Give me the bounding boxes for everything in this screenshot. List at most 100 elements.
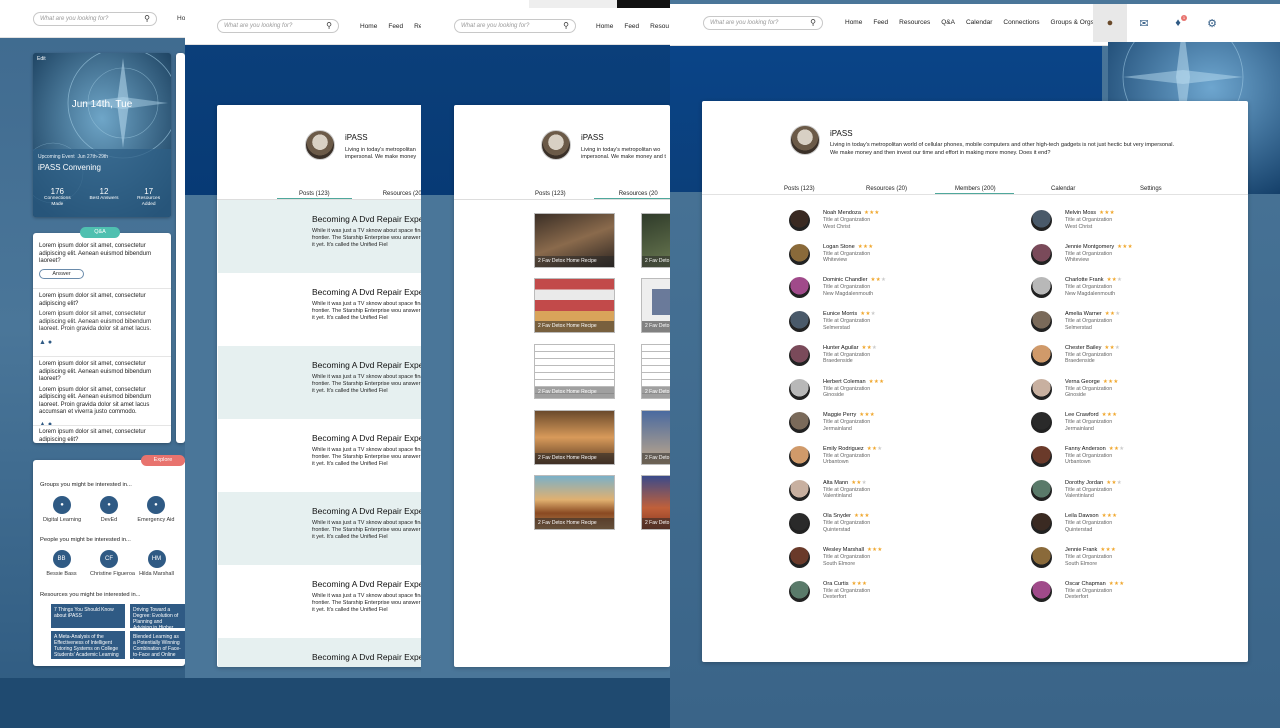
notifications-button[interactable]: ♦ 1 (1161, 4, 1195, 42)
post-item[interactable]: Becoming A Dvd Repair Expe While it was j… (218, 565, 421, 638)
group-item[interactable]: ● Digital Learning (33, 496, 91, 523)
member-row[interactable]: Maggie Perry ★★★ Title at Organization Jerm… (789, 409, 989, 435)
nav-feed[interactable]: Feed (388, 23, 403, 30)
member-row[interactable]: Alta Mann ★★★ Title at Organization Valenti… (789, 477, 989, 503)
member-name[interactable]: Jennie Frank ★★★ (1065, 547, 1116, 553)
member-avatar[interactable] (1031, 210, 1052, 231)
member-name[interactable]: Noah Mendoza ★★★ (823, 210, 880, 216)
resource-thumbnail[interactable]: 2 Fav Deto (641, 475, 670, 530)
resource-thumbnail[interactable]: 2 Fav Detox Home Recipe (534, 410, 615, 465)
member-name[interactable]: Alta Mann ★★★ (823, 480, 867, 486)
member-row[interactable]: Jennie Montgomery ★★★ Title at Organizatio… (1031, 241, 1231, 267)
member-name[interactable]: Maggie Perry ★★★ (823, 412, 875, 418)
member-avatar[interactable] (1031, 479, 1052, 501)
search-input[interactable]: What are you looking for? ⚲ (33, 12, 157, 26)
member-avatar[interactable] (1031, 311, 1052, 333)
member-name[interactable]: Melvin Moss ★★★ (1065, 210, 1115, 216)
member-avatar[interactable] (789, 479, 810, 501)
member-name[interactable]: Lee Crawford ★★★ (1065, 412, 1117, 418)
member-name[interactable]: Leila Dawson ★★★ (1065, 513, 1117, 519)
member-avatar[interactable] (1031, 547, 1052, 568)
post-item[interactable]: Becoming A Dvd Repair Expe (218, 638, 421, 667)
member-row[interactable]: Noah Mendoza ★★★ Title at Organization West… (789, 207, 989, 233)
member-row[interactable]: Leila Dawson ★★★ Title at Organization Quin… (1031, 510, 1231, 536)
member-avatar[interactable] (1031, 445, 1052, 467)
member-row[interactable]: Amelia Warner ★★★ Title at Organization Sel… (1031, 308, 1231, 334)
post-item[interactable]: Becoming A Dvd Repair Expe While it was j… (218, 273, 421, 346)
qa-item[interactable]: Lorem ipsum dolor sit amet, consectetur … (39, 293, 165, 346)
member-avatar[interactable] (1031, 580, 1052, 602)
post-item[interactable]: Becoming A Dvd Repair Expe While it was j… (218, 346, 421, 419)
member-name[interactable]: Wesley Marshall ★★★ (823, 547, 883, 553)
resource-thumbnail[interactable]: 2 Fav Detox Home Recipe (534, 278, 615, 333)
member-avatar[interactable] (789, 378, 810, 400)
member-row[interactable]: Chester Bailey ★★★ Title at Organization Br… (1031, 342, 1231, 368)
member-row[interactable]: Verna George ★★★ Title at Organization Gino… (1031, 376, 1231, 402)
member-row[interactable]: Dominic Chandler ★★★ Title at Organization… (789, 274, 989, 300)
nav-home[interactable]: Home (845, 19, 862, 26)
tab-resources[interactable]: Resources (20 (619, 191, 658, 197)
nav-home[interactable]: Home (360, 23, 377, 30)
member-row[interactable]: Oscar Chapman ★★★ Title at Organization Dex… (1031, 578, 1231, 604)
member-avatar[interactable] (789, 344, 810, 366)
member-row[interactable]: Wesley Marshall ★★★ Title at Organization S… (789, 544, 989, 570)
member-avatar[interactable] (1031, 344, 1052, 366)
member-name[interactable]: Fanny Anderson ★★★ (1065, 446, 1124, 452)
member-row[interactable]: Hunter Aguilar ★★★ Title at Organization Br… (789, 342, 989, 368)
resource-thumbnail[interactable]: 2 Fav Detox Home Recipe (534, 344, 615, 399)
member-avatar[interactable] (1031, 412, 1052, 434)
member-row[interactable]: Ola Snyder ★★★ Title at Organization Quinte… (789, 510, 989, 536)
resource-thumbnail[interactable]: 2 Fav Deto (641, 344, 670, 399)
post-item[interactable]: Becoming A Dvd Repair Expe While it was j… (218, 200, 421, 273)
search-input[interactable]: What are you looking for? ⚲ (703, 16, 823, 30)
resource-thumbnail[interactable]: 2 Fav Deto (641, 213, 670, 268)
search-icon[interactable]: ⚲ (810, 19, 816, 27)
person-item[interactable]: BB Bessie Bass (33, 550, 90, 577)
resource-tile[interactable]: A Meta-Analysis of the Effectiveness of … (51, 631, 125, 659)
member-row[interactable]: Fanny Anderson ★★★ Title at Organization Ur… (1031, 443, 1231, 469)
resource-thumbnail[interactable]: 2 Fav Detox Home Recipe (534, 475, 615, 530)
qa-item[interactable]: Lorem ipsum dolor sit amet, consectetur … (39, 243, 165, 279)
tab-calendar[interactable]: Calendar (1051, 186, 1075, 192)
member-avatar[interactable] (1031, 243, 1052, 265)
nav-resources[interactable]: Resources (899, 19, 930, 26)
resource-thumbnail[interactable]: 2 Fav Detox Home Recipe (534, 213, 615, 268)
edit-link[interactable]: Edit (37, 56, 46, 62)
post-item[interactable]: Becoming A Dvd Repair Expe While it was j… (218, 419, 421, 492)
group-item[interactable]: ● Emergency Aid (127, 496, 185, 523)
qa-pill[interactable]: Q&A (80, 227, 120, 238)
comment-icon[interactable]: ● (48, 421, 52, 428)
like-icon[interactable]: ▲ (39, 339, 46, 346)
comment-icon[interactable]: ● (48, 339, 52, 346)
qa-item[interactable]: Lorem ipsum dolor sit amet, consectetur … (39, 429, 165, 443)
qa-item[interactable]: Lorem ipsum dolor sit amet, consectetur … (39, 361, 165, 428)
member-row[interactable]: Dorothy Jordan ★★★ Title at Organization Va… (1031, 477, 1231, 503)
tab-resources[interactable]: Resources (20 (383, 191, 421, 197)
member-avatar[interactable] (1031, 277, 1052, 299)
member-avatar[interactable] (789, 210, 810, 231)
member-name[interactable]: Amelia Warner ★★★ (1065, 311, 1121, 317)
member-name[interactable]: Jennie Montgomery ★★★ (1065, 244, 1133, 250)
tab-posts[interactable]: Posts (123) (299, 191, 330, 197)
search-icon[interactable]: ⚲ (144, 15, 150, 23)
group-item[interactable]: ● DevEd (91, 496, 127, 523)
event-name[interactable]: iPASS Convening (38, 163, 101, 172)
member-name[interactable]: Chester Bailey ★★★ (1065, 345, 1120, 351)
member-name[interactable]: Eunice Morris ★★★ (823, 311, 876, 317)
nav-resources[interactable]: Resou (650, 23, 669, 30)
nav-connections[interactable]: Connections (1003, 19, 1039, 26)
search-icon[interactable]: ⚲ (326, 22, 332, 30)
member-avatar[interactable] (789, 277, 810, 299)
nav-groups[interactable]: Groups & Orgs (1051, 19, 1094, 26)
member-name[interactable]: Verna George ★★★ (1065, 379, 1119, 385)
tab-settings[interactable]: Settings (1140, 186, 1162, 192)
resource-tile[interactable]: Driving Toward a Degree: Evolution of Pl… (130, 604, 185, 628)
nav-home[interactable]: Home (596, 23, 613, 30)
tab-resources[interactable]: Resources (20) (866, 186, 907, 192)
member-name[interactable]: Ola Snyder ★★★ (823, 513, 870, 519)
like-icon[interactable]: ▲ (39, 421, 46, 428)
member-row[interactable]: Herbert Coleman ★★★ Title at Organization G… (789, 376, 989, 402)
resource-thumbnail[interactable]: 2 Fav Deto (641, 278, 670, 333)
member-row[interactable]: Ora Curtis ★★★ Title at Organization Dexter… (789, 578, 989, 604)
search-input[interactable]: What are you looking for? ⚲ (217, 19, 339, 33)
